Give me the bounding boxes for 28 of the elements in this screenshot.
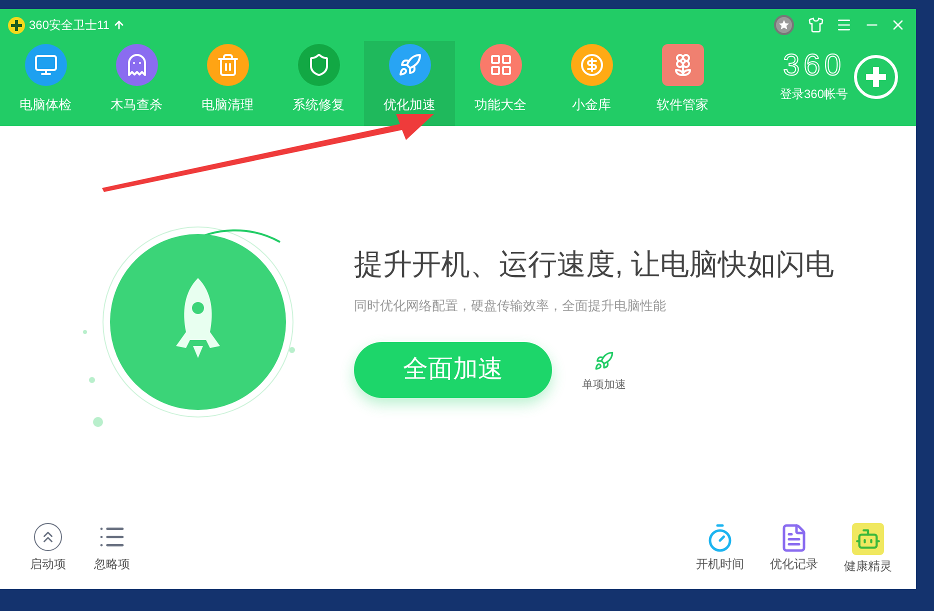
login-link[interactable]: 登录360帐号	[780, 84, 848, 102]
nav-tab[interactable]: 小金库	[546, 41, 637, 126]
headline: 提升开机、运行速度, 让电脑快如闪电	[354, 251, 834, 280]
medal-icon[interactable]	[774, 15, 794, 35]
bottom-tool-button[interactable]: 优化记录	[770, 523, 818, 575]
single-speed-up-button[interactable]: 单项加速	[582, 351, 626, 394]
robot-icon	[852, 523, 884, 555]
bottom-tool-button[interactable]: 健康精灵	[844, 523, 892, 575]
nav-tab[interactable]: 功能大全	[455, 41, 546, 126]
nav-tab[interactable]: 优化加速	[364, 41, 455, 126]
bottom-tool-button[interactable]: 开机时间	[696, 523, 744, 575]
bottom-tool-button[interactable]: 启动项	[30, 523, 66, 575]
nav-tab[interactable]: 软件管家	[637, 41, 728, 126]
nav-tab[interactable]: 电脑体检	[0, 41, 91, 126]
brand-logo: 360	[782, 50, 846, 80]
upgrade-arrow-icon[interactable]	[113, 19, 126, 31]
chevrons-up-icon	[34, 523, 62, 551]
nav-tab[interactable]: 系统修复	[273, 41, 364, 126]
speed-up-button[interactable]: 全面加速	[354, 342, 552, 398]
skin-icon[interactable]	[808, 17, 824, 33]
app-logo-icon	[8, 16, 25, 34]
nav-tab[interactable]: 电脑清理	[182, 41, 273, 126]
rocket-icon	[594, 351, 614, 372]
subtitle: 同时优化网络配置，硬盘传输效率，全面提升电脑性能	[354, 297, 667, 316]
bottom-tool-button[interactable]: 忽略项	[94, 523, 130, 575]
window-title: 360安全卫士11	[29, 17, 110, 34]
nav-tab[interactable]: 木马查杀	[91, 41, 182, 126]
menu-icon[interactable]	[836, 17, 852, 33]
